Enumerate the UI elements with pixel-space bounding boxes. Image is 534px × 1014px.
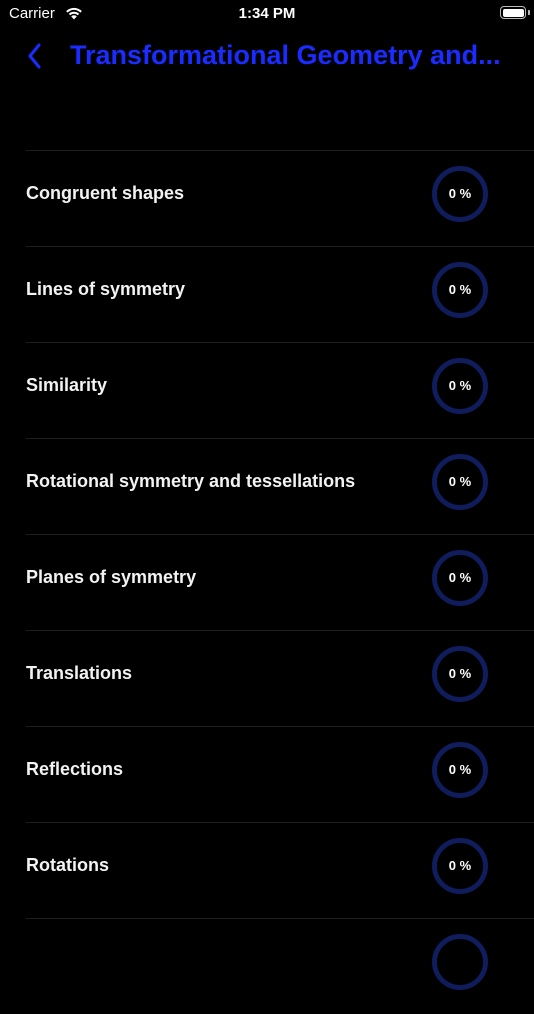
progress-ring: 0 % [431,837,489,895]
progress-ring: 0 % [431,453,489,511]
progress-percent: 0 % [448,282,472,297]
topic-row-translations[interactable]: Translations 0 % [26,630,534,726]
topic-label: Similarity [26,375,108,395]
progress-ring: 0 % [431,549,489,607]
topic-label: Congruent shapes [26,183,185,203]
progress-ring [431,933,489,991]
topic-label: Rotational symmetry and tessellations [26,471,356,491]
progress-ring: 0 % [431,165,489,223]
topic-label: Rotations [26,855,109,875]
topic-row-rotations[interactable]: Rotations 0 % [26,822,534,918]
progress-percent: 0 % [448,570,472,585]
progress-ring: 0 % [431,261,489,319]
topic-label: Planes of symmetry [26,567,197,587]
topic-label: Reflections [26,759,124,779]
page-title: Transformational Geometry and... [70,40,501,70]
navigation-bar: Transformational Geometry and... [0,30,534,82]
topic-row-partial[interactable] [26,918,534,1014]
progress-ring: 0 % [431,741,489,799]
topic-row-congruent-shapes[interactable]: Congruent shapes 0 % [26,150,534,246]
progress-percent: 0 % [448,858,472,873]
topic-row-planes-of-symmetry[interactable]: Planes of symmetry 0 % [26,534,534,630]
progress-percent: 0 % [448,666,472,681]
progress-percent: 0 % [448,762,472,777]
progress-percent: 0 % [448,186,472,201]
progress-ring-graphic [432,934,488,990]
status-bar: Carrier 1:34 PM [0,0,534,28]
topic-row-similarity[interactable]: Similarity 0 % [26,342,534,438]
topic-list: Congruent shapes 0 % Lines of symmetry 0… [26,150,534,1014]
progress-ring: 0 % [431,645,489,703]
topic-row-lines-of-symmetry[interactable]: Lines of symmetry 0 % [26,246,534,342]
progress-percent: 0 % [448,474,472,489]
battery-icon [500,6,526,19]
topic-row-reflections[interactable]: Reflections 0 % [26,726,534,822]
progress-percent: 0 % [448,378,472,393]
chevron-left-icon [28,43,41,69]
progress-ring: 0 % [431,357,489,415]
topic-row-rotational-symmetry[interactable]: Rotational symmetry and tessellations 0 … [26,438,534,534]
topic-label: Translations [26,663,133,683]
status-time: 1:34 PM [238,5,296,22]
back-button[interactable] [22,38,52,74]
battery-nub [528,10,530,15]
topic-label: Lines of symmetry [26,279,186,299]
